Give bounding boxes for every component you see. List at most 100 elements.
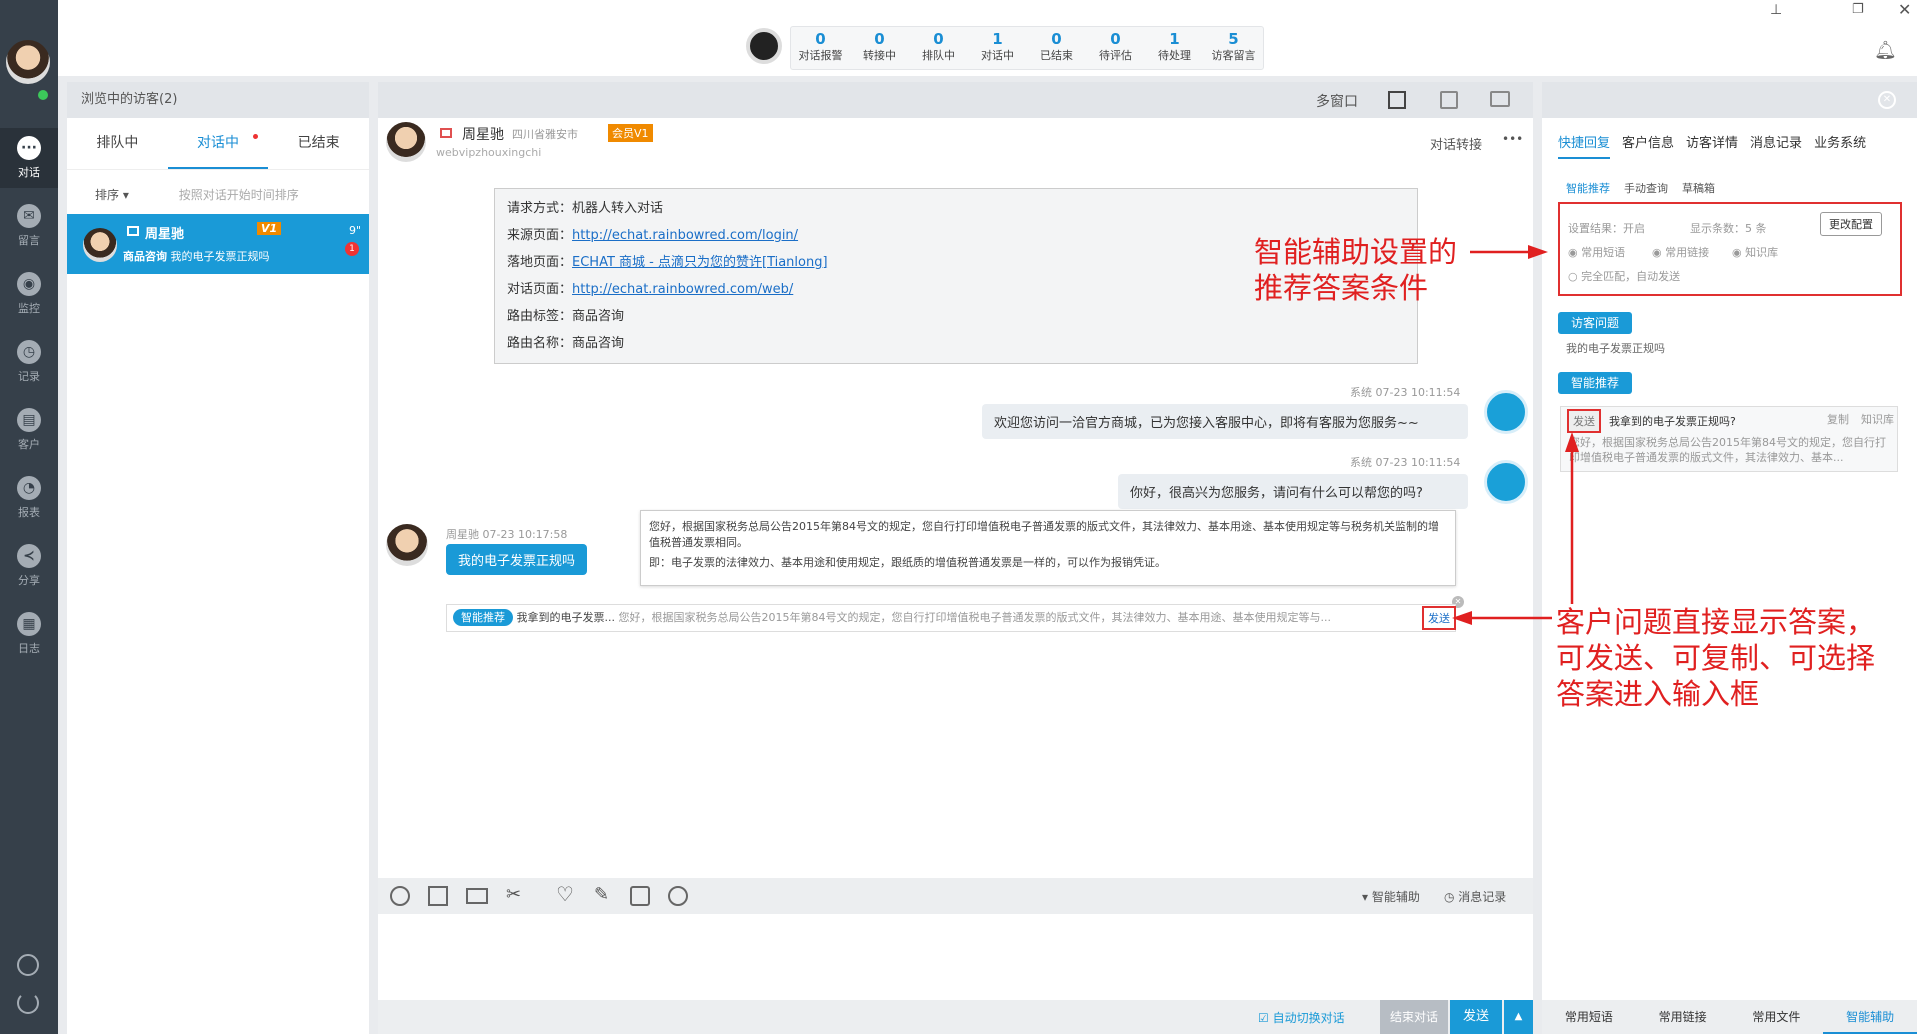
clipboard-icon: ▦	[17, 612, 41, 636]
stat-transferring[interactable]: 0 转接中	[850, 27, 909, 69]
opt-links[interactable]: ◉ 常用链接	[1652, 244, 1709, 260]
bot-avatar	[1484, 390, 1528, 434]
subtab-drafts[interactable]: 草稿箱	[1682, 180, 1715, 196]
suggest-answer[interactable]: 您好，根据国家税务总局公告2015年第84号文的规定，您自行打印增值税电子普通发…	[619, 611, 1331, 624]
source-page-link[interactable]: http://echat.rainbowred.com/login/	[572, 228, 798, 243]
nav-record[interactable]: ◷ 记录	[0, 332, 58, 392]
change-config-button[interactable]: 更改配置	[1820, 212, 1882, 236]
stat-alarm[interactable]: 0 对话报警	[791, 27, 850, 69]
sort-hint[interactable]: 按照对话开始时间排序	[179, 188, 299, 202]
subtab-smart-recommend[interactable]: 智能推荐	[1566, 180, 1610, 196]
tile-window-icon[interactable]	[1490, 91, 1510, 107]
smart-assist-toggle[interactable]: ▾ 智能辅助	[1362, 888, 1420, 905]
stat-queueing[interactable]: 0 排队中	[909, 27, 968, 69]
tab-queueing[interactable]: 排队中	[67, 118, 168, 169]
monitor-icon	[440, 128, 452, 138]
nav-monitor[interactable]: ◉ 监控	[0, 264, 58, 324]
tab-customer-info[interactable]: 客户信息	[1622, 132, 1674, 159]
stat-evaluate[interactable]: 0 待评估	[1086, 27, 1145, 69]
visitor-item-time: 9"	[349, 224, 362, 237]
nav-share[interactable]: ≺ 分享	[0, 536, 58, 596]
left-nav: ··· 对话 ✉ 留言 ◉ 监控 ◷ 记录 ▤ 客户 ◔ 报表 ≺ 分享 ▦ 日志	[0, 0, 58, 1034]
end-chat-button[interactable]: 结束对话	[1380, 1000, 1448, 1034]
footer-links[interactable]: 常用链接	[1636, 1000, 1730, 1034]
settings-icon[interactable]	[17, 954, 39, 976]
card-answer[interactable]: 您好，根据国家税务总局公告2015年第84号文的规定，您自行打印增值税电子普通发…	[1569, 435, 1891, 467]
mail-icon: ✉	[17, 204, 41, 228]
nav-customer[interactable]: ▤ 客户	[0, 400, 58, 460]
stat-chatting[interactable]: 1 对话中	[968, 27, 1027, 69]
answer-popup: 您好，根据国家税务总局公告2015年第84号文的规定，您自行打印增值税电子普通发…	[640, 510, 1456, 586]
tab-business-system[interactable]: 业务系统	[1814, 132, 1866, 159]
card-copy-button[interactable]: 复制	[1827, 411, 1849, 427]
nav-report[interactable]: ◔ 报表	[0, 468, 58, 528]
chat-visitor-avatar[interactable]	[386, 122, 426, 162]
card-kb-button[interactable]: 知识库	[1861, 411, 1894, 427]
footer-files[interactable]: 常用文件	[1730, 1000, 1824, 1034]
nav-chat[interactable]: ··· 对话	[0, 128, 58, 188]
folder-icon[interactable]	[466, 888, 488, 904]
image-icon[interactable]	[428, 886, 448, 906]
multi-window-label[interactable]: 多窗口	[1316, 91, 1358, 111]
visitor-message: 我的电子发票正规吗	[446, 544, 588, 575]
vip-level-badge: V1	[257, 222, 282, 235]
send-button[interactable]: 发送	[1450, 1000, 1502, 1034]
tab-quick-reply[interactable]: 快捷回复	[1558, 132, 1611, 159]
system-message: 你好，很高兴为您服务，请问有什么可以帮您的吗?	[1118, 474, 1468, 509]
suggest-question[interactable]: 我拿到的电子发票...	[517, 611, 616, 624]
smart-recommend-button[interactable]: 智能推荐	[1558, 372, 1632, 394]
tab-chatting[interactable]: 对话中	[167, 118, 269, 169]
nav-message[interactable]: ✉ 留言	[0, 196, 58, 256]
power-icon[interactable]	[17, 992, 39, 1014]
send-options-icon[interactable]: ▲	[1504, 1000, 1533, 1034]
visitor-list-item[interactable]: 周星驰 V1 9" 1 商品咨询 我的电子发票正规吗	[67, 214, 369, 274]
close-window-icon[interactable]: ✕	[1898, 0, 1911, 19]
emoji-icon[interactable]	[390, 886, 410, 906]
nav-log[interactable]: ▦ 日志	[0, 604, 58, 664]
opt-knowledge[interactable]: ◉ 知识库	[1732, 244, 1778, 260]
chat-page-link[interactable]: http://echat.rainbowred.com/web/	[572, 282, 793, 297]
bot-avatar	[1484, 460, 1528, 504]
auto-switch-checkbox[interactable]: ☑ 自动切换对话	[1258, 1009, 1345, 1026]
tab-ended[interactable]: 已结束	[268, 118, 369, 169]
single-window-icon[interactable]	[1388, 91, 1406, 109]
opt-phrases[interactable]: ◉ 常用短语	[1568, 244, 1625, 260]
agent-avatar[interactable]	[6, 40, 50, 84]
right-panel-header	[1542, 82, 1917, 118]
card-send-button[interactable]: 发送	[1567, 409, 1601, 433]
double-window-icon[interactable]	[1440, 91, 1458, 109]
landing-page-link[interactable]: ECHAT 商城 - 点滴只为您的赞许[Tianlong]	[572, 255, 828, 270]
transfer-button[interactable]: 对话转接	[1430, 134, 1482, 153]
opt-exact-match[interactable]: ○ 完全匹配，自动发送	[1568, 268, 1680, 284]
close-panel-icon[interactable]: ✕	[1878, 91, 1896, 109]
stat-ended[interactable]: 0 已结束	[1027, 27, 1086, 69]
stat-pending[interactable]: 1 待处理	[1145, 27, 1204, 69]
message-input[interactable]	[378, 914, 1533, 1000]
stats-bar: 0 对话报警 0 转接中 0 排队中 1 对话中 0 已结束 0 待评估 1 待处理 5 访客留…	[790, 26, 1264, 70]
chat-icon: ···	[17, 136, 41, 160]
pin-icon[interactable]: ⊥	[1770, 2, 1782, 18]
footer-smart-assist[interactable]: 智能辅助	[1823, 1000, 1917, 1034]
share-icon: ≺	[17, 544, 41, 568]
scissors-icon[interactable]: ✂	[506, 884, 521, 905]
heart-icon[interactable]: ♡	[556, 882, 574, 906]
restore-window-icon[interactable]: ❐	[1852, 2, 1864, 17]
stat-visitor-message[interactable]: 5 访客留言	[1204, 27, 1263, 69]
visitor-question-button[interactable]: 访客问题	[1558, 312, 1632, 334]
sort-dropdown[interactable]: 排序	[95, 188, 119, 202]
globe-icon[interactable]	[668, 886, 688, 906]
info-row: 路由标签：商品咨询	[507, 309, 625, 324]
link-icon[interactable]	[630, 886, 650, 906]
suggest-send-button[interactable]: 发送	[1422, 606, 1456, 630]
subtab-manual-search[interactable]: 手动查询	[1624, 180, 1668, 196]
visitor-item-tag: 商品咨询	[123, 250, 167, 263]
more-button[interactable]: •••	[1502, 132, 1523, 146]
tab-message-record[interactable]: 消息记录	[1750, 132, 1802, 159]
bell-icon[interactable]: 🔔︎	[1874, 40, 1897, 61]
card-question: 我拿到的电子发票正规吗?	[1609, 415, 1736, 428]
footer-phrases[interactable]: 常用短语	[1542, 1000, 1636, 1034]
edit-icon[interactable]: ✎	[594, 884, 609, 905]
message-history-button[interactable]: ◷ 消息记录	[1444, 888, 1506, 905]
visitor-avatar	[83, 228, 117, 262]
tab-visitor-detail[interactable]: 访客详情	[1686, 132, 1738, 159]
